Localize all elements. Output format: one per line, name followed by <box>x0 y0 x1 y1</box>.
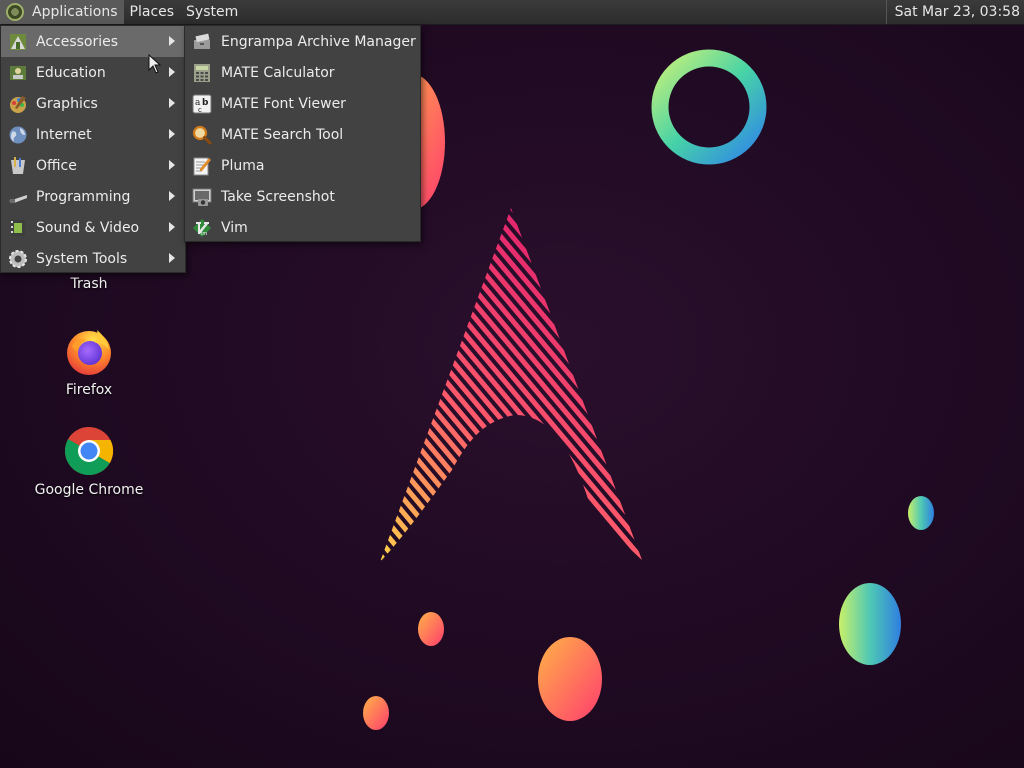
desktop-icon-label: Firefox <box>65 382 113 398</box>
education-icon <box>8 63 28 83</box>
desktop-icon-trash[interactable]: Trash <box>24 276 154 292</box>
svg-text:c: c <box>198 106 202 114</box>
menu-item-label: Internet <box>36 126 92 143</box>
menu-item-system-tools[interactable]: System Tools <box>1 243 185 274</box>
menu-item-internet[interactable]: Internet <box>1 119 185 150</box>
office-icon <box>8 156 28 176</box>
submenu-arrow-icon <box>169 36 175 46</box>
vim-icon: im <box>192 218 212 238</box>
mouse-cursor-icon <box>148 54 162 74</box>
menu-item-label: MATE Search Tool <box>221 126 344 143</box>
font-viewer-icon: abc <box>192 94 212 114</box>
accessories-icon <box>8 32 28 52</box>
menu-item-label: System Tools <box>36 250 128 267</box>
submenu-arrow-icon <box>169 160 175 170</box>
mate-logo-icon <box>6 3 24 21</box>
submenu-arrow-icon <box>169 191 175 201</box>
menu-item-label: MATE Calculator <box>221 64 335 81</box>
system-tools-icon <box>8 249 28 269</box>
calculator-icon <box>192 63 212 83</box>
menu-item-label: MATE Font Viewer <box>221 95 346 112</box>
submenu-arrow-icon <box>169 98 175 108</box>
places-menu[interactable]: Places <box>124 0 181 24</box>
firefox-icon <box>64 326 114 376</box>
chrome-icon <box>64 426 114 476</box>
text-editor-icon <box>192 156 212 176</box>
menu-item-office[interactable]: Office <box>1 150 185 181</box>
menu-item-label: Pluma <box>221 157 265 174</box>
menu-item-label: Accessories <box>36 33 119 50</box>
submenu-arrow-icon <box>169 67 175 77</box>
archive-manager-icon <box>192 32 212 52</box>
sound-video-icon <box>8 218 28 238</box>
menu-item-programming[interactable]: Programming <box>1 181 185 212</box>
menu-item-label: Office <box>36 157 77 174</box>
menu-item-mate-font-viewer[interactable]: abc MATE Font Viewer <box>185 88 420 119</box>
places-menu-label: Places <box>129 4 175 20</box>
system-menu-label: System <box>186 4 239 20</box>
menu-item-label: Take Screenshot <box>221 188 335 205</box>
svg-text:b: b <box>202 98 209 108</box>
menu-item-mate-search-tool[interactable]: MATE Search Tool <box>185 119 420 150</box>
menu-item-accessories[interactable]: Accessories <box>1 26 185 57</box>
menu-item-label: Graphics <box>36 95 98 112</box>
internet-icon <box>8 125 28 145</box>
desktop-icon-google-chrome[interactable]: Google Chrome <box>24 426 154 498</box>
panel-menubar: Applications Places System <box>0 0 244 24</box>
menu-item-label: Vim <box>221 219 248 236</box>
menu-item-label: Programming <box>36 188 131 205</box>
desktop-icon-label: Trash <box>70 276 108 292</box>
menu-item-pluma[interactable]: Pluma <box>185 150 420 181</box>
menu-item-engrampa[interactable]: Engrampa Archive Manager <box>185 26 420 57</box>
applications-menu[interactable]: Applications <box>0 0 124 24</box>
programming-icon <box>8 187 28 207</box>
svg-text:im: im <box>201 231 207 237</box>
submenu-arrow-icon <box>169 222 175 232</box>
top-panel: Applications Places System Sat Mar 23, 0… <box>0 0 1024 25</box>
menu-item-vim[interactable]: im Vim <box>185 212 420 243</box>
menu-item-take-screenshot[interactable]: Take Screenshot <box>185 181 420 212</box>
system-menu[interactable]: System <box>180 0 244 24</box>
screenshot-icon <box>192 187 212 207</box>
submenu-arrow-icon <box>169 129 175 139</box>
desktop-icon-firefox[interactable]: Firefox <box>24 326 154 398</box>
submenu-arrow-icon <box>169 253 175 263</box>
accessories-submenu: Engrampa Archive Manager MATE Calculator… <box>184 25 421 242</box>
menu-item-mate-calculator[interactable]: MATE Calculator <box>185 57 420 88</box>
search-tool-icon <box>192 125 212 145</box>
menu-item-label: Education <box>36 64 106 81</box>
menu-item-label: Sound & Video <box>36 219 140 236</box>
menu-item-sound-video[interactable]: Sound & Video <box>1 212 185 243</box>
desktop-icon-label: Google Chrome <box>34 482 144 498</box>
menu-item-graphics[interactable]: Graphics <box>1 88 185 119</box>
panel-clock[interactable]: Sat Mar 23, 03:58 <box>885 0 1020 24</box>
graphics-icon <box>8 94 28 114</box>
applications-menu-label: Applications <box>32 4 118 20</box>
menu-item-label: Engrampa Archive Manager <box>221 33 416 50</box>
